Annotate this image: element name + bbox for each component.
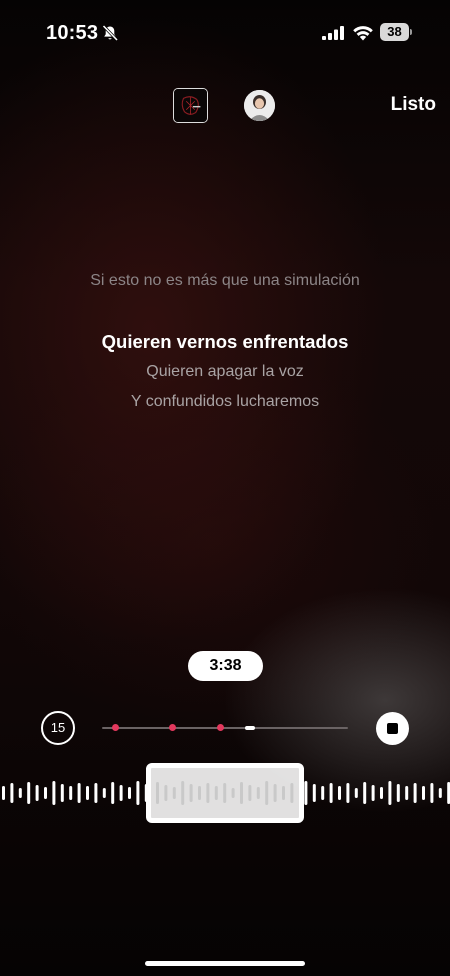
selected-waveform	[156, 781, 294, 805]
stop-icon	[387, 723, 398, 734]
waveform-bar	[430, 783, 434, 803]
waveform-bar	[136, 781, 140, 805]
battery-icon: 38	[380, 23, 412, 41]
progress-track[interactable]	[102, 727, 348, 729]
waveform-bar	[354, 788, 358, 798]
selected-waveform-bar	[231, 788, 235, 798]
profile-avatar[interactable]	[244, 90, 275, 121]
top-bar: Listo	[0, 86, 450, 124]
waveform-bar	[363, 782, 367, 804]
selected-waveform-bar	[223, 783, 227, 803]
progress-marker	[169, 724, 176, 731]
selected-waveform-bar	[206, 783, 210, 803]
waveform-bar	[86, 786, 89, 800]
stop-button[interactable]	[376, 712, 409, 745]
selected-waveform-bar	[198, 786, 201, 800]
selected-waveform-bar	[240, 782, 243, 804]
waveform-bar	[388, 781, 392, 805]
skip-back-15-button[interactable]: 15	[41, 711, 75, 745]
waveform-bar	[405, 786, 409, 800]
bell-slash-icon	[102, 24, 119, 42]
waveform-bar	[422, 786, 425, 800]
home-indicator[interactable]	[145, 961, 305, 966]
person-icon	[244, 90, 275, 121]
waveform-bar	[102, 788, 106, 798]
wifi-icon	[353, 26, 373, 41]
waveform-bar	[2, 786, 5, 800]
lyric-next-line: Quieren apagar la voz	[146, 363, 304, 380]
waveform-bar	[111, 782, 115, 804]
selected-waveform-bar	[164, 785, 168, 801]
selected-waveform-bar	[181, 781, 185, 805]
cellular-signal-icon	[322, 26, 344, 40]
status-bar: 10:53 38	[0, 0, 450, 60]
waveform-bar	[35, 785, 39, 801]
waveform-bar	[304, 781, 308, 805]
selected-waveform-bar	[214, 786, 218, 800]
waveform-bar	[119, 785, 123, 801]
selected-waveform-bar	[156, 782, 159, 804]
selected-waveform-bar	[265, 781, 269, 805]
waveform-bar	[128, 787, 131, 799]
waveform-bar	[329, 783, 333, 803]
waveform-bar	[69, 786, 73, 800]
waveform-bar	[438, 788, 442, 798]
waveform-bar	[94, 783, 98, 803]
selected-waveform-bar	[273, 784, 277, 802]
selected-waveform-bar	[290, 783, 294, 803]
waveform-bar	[380, 787, 383, 799]
progress-playhead[interactable]	[245, 726, 255, 730]
selected-waveform-bar	[248, 785, 252, 801]
lyric-previous-line: Si esto no es más que una simulación	[90, 272, 360, 289]
album-art-icon	[174, 89, 207, 122]
waveform-bar	[52, 781, 56, 805]
waveform-bar	[346, 783, 350, 803]
waveform-bar	[321, 786, 325, 800]
waveform-bar	[413, 783, 417, 803]
selected-waveform-bar	[172, 787, 176, 799]
waveform-bar	[312, 784, 316, 802]
done-button[interactable]: Listo	[391, 94, 436, 116]
progress-marker	[112, 724, 119, 731]
waveform-bar	[77, 783, 81, 803]
lyric-next-line: Y confundidos lucharemos	[130, 393, 320, 410]
progress-marker	[217, 724, 224, 731]
battery-level: 38	[380, 23, 409, 41]
waveform-bar	[371, 785, 375, 801]
waveform-bar	[60, 784, 64, 802]
status-time: 10:53	[46, 22, 99, 44]
waveform-bar	[44, 787, 47, 799]
selected-waveform-bar	[282, 786, 285, 800]
waveform-bar	[27, 782, 31, 804]
album-cover-thumbnail[interactable]	[173, 88, 208, 123]
lyric-current-line: Quieren vernos enfrentados	[101, 331, 349, 352]
waveform-bar	[10, 783, 14, 803]
waveform-bar	[338, 786, 341, 800]
selected-waveform-bar	[256, 787, 260, 799]
waveform-bar	[396, 784, 400, 802]
duration-pill[interactable]: 3:38	[188, 651, 263, 681]
selected-waveform-bar	[189, 784, 193, 802]
waveform-bar	[18, 788, 22, 798]
background	[0, 0, 450, 976]
